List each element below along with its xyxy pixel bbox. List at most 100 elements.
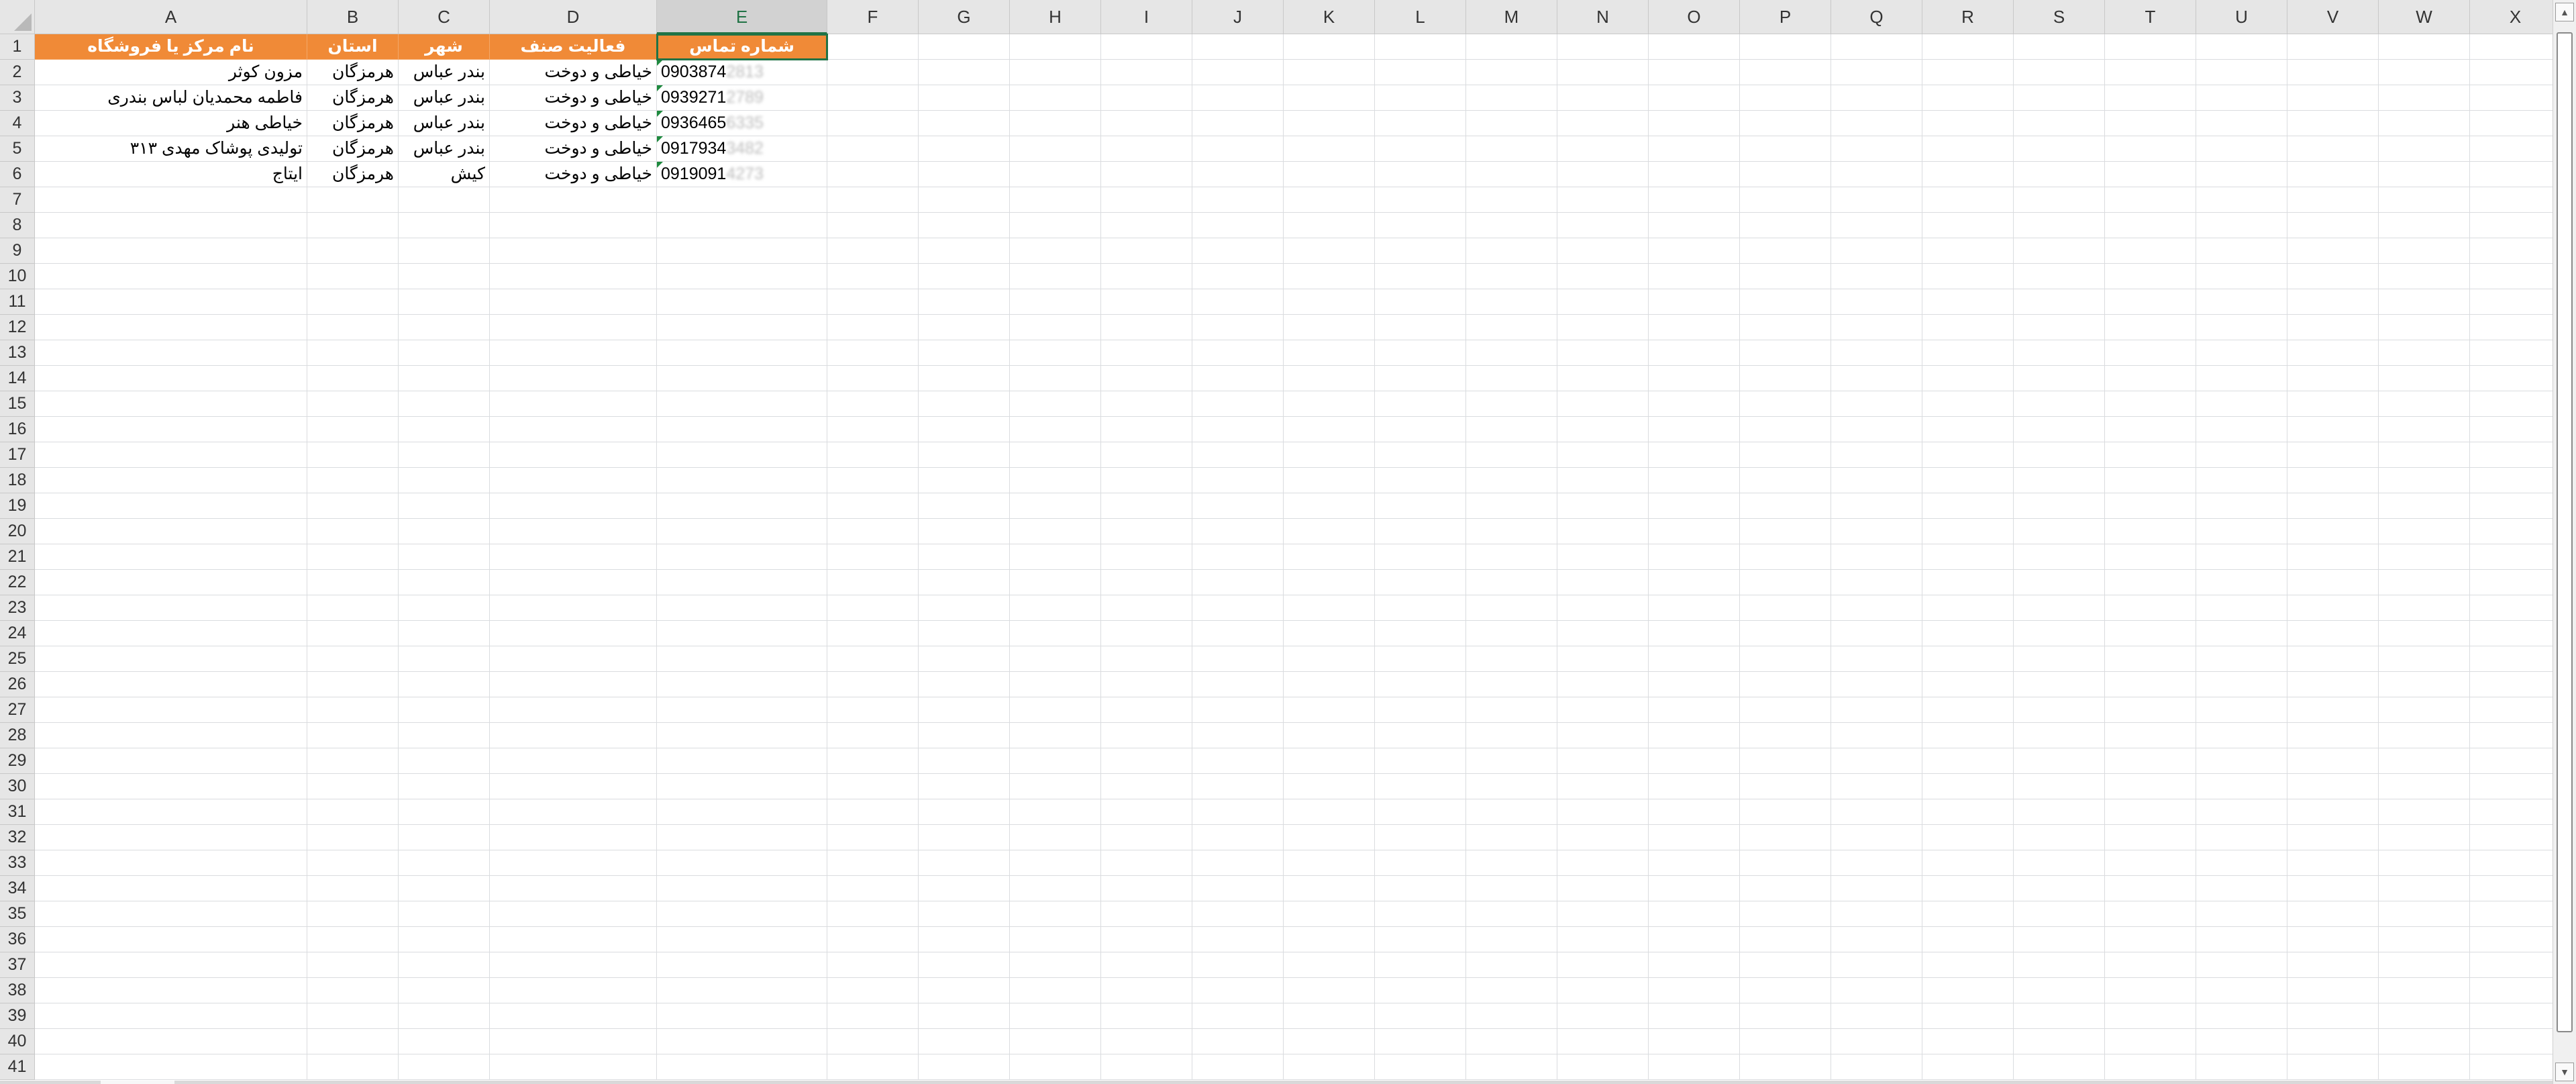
empty-cell[interactable] <box>2196 213 2287 238</box>
empty-cell[interactable] <box>1557 366 1649 391</box>
empty-cell[interactable] <box>1557 697 1649 723</box>
empty-cell[interactable] <box>399 621 490 646</box>
empty-cell[interactable] <box>2287 238 2379 264</box>
empty-cell[interactable] <box>919 60 1010 85</box>
empty-cell[interactable] <box>2470 978 2553 1003</box>
empty-cell[interactable] <box>1831 697 1922 723</box>
empty-cell[interactable] <box>1192 672 1284 697</box>
empty-cell[interactable] <box>1375 315 1466 340</box>
empty-cell[interactable] <box>2105 621 2196 646</box>
empty-cell[interactable] <box>1649 544 1740 570</box>
empty-cell[interactable] <box>490 825 657 850</box>
empty-cell[interactable] <box>2470 366 2553 391</box>
empty-cell[interactable] <box>657 391 827 417</box>
column-header-x[interactable]: X <box>2470 0 2553 34</box>
empty-cell[interactable] <box>2014 60 2105 85</box>
empty-cell[interactable] <box>1284 570 1375 595</box>
cell-d3[interactable]: خیاطی و دوخت <box>490 85 657 111</box>
empty-cell[interactable] <box>2105 34 2196 60</box>
empty-cell[interactable] <box>2105 442 2196 468</box>
empty-cell[interactable] <box>2379 34 2470 60</box>
empty-cell[interactable] <box>1010 238 1101 264</box>
empty-cell[interactable] <box>490 799 657 825</box>
empty-cell[interactable] <box>1466 391 1557 417</box>
empty-cell[interactable] <box>657 876 827 901</box>
empty-cell[interactable] <box>399 570 490 595</box>
column-header-p[interactable]: P <box>1740 0 1831 34</box>
empty-cell[interactable] <box>657 595 827 621</box>
number-as-text-warning-icon[interactable] <box>657 60 663 66</box>
empty-cell[interactable] <box>1649 850 1740 876</box>
empty-cell[interactable] <box>919 289 1010 315</box>
empty-cell[interactable] <box>1284 391 1375 417</box>
empty-cell[interactable] <box>1192 646 1284 672</box>
empty-cell[interactable] <box>2287 723 2379 748</box>
empty-cell[interactable] <box>1649 1054 1740 1080</box>
empty-cell[interactable] <box>1557 391 1649 417</box>
empty-cell[interactable] <box>2014 391 2105 417</box>
empty-cell[interactable] <box>1740 34 1831 60</box>
empty-cell[interactable] <box>1922 85 2014 111</box>
empty-cell[interactable] <box>2379 1003 2470 1029</box>
empty-cell[interactable] <box>2105 978 2196 1003</box>
column-header-j[interactable]: J <box>1192 0 1284 34</box>
empty-cell[interactable] <box>490 978 657 1003</box>
empty-cell[interactable] <box>919 442 1010 468</box>
empty-cell[interactable] <box>827 952 919 978</box>
cell-c5[interactable]: بندر عباس <box>399 136 490 162</box>
empty-cell[interactable] <box>1010 366 1101 391</box>
column-header-u[interactable]: U <box>2196 0 2287 34</box>
empty-cell[interactable] <box>827 697 919 723</box>
empty-cell[interactable] <box>2105 1029 2196 1054</box>
empty-cell[interactable] <box>657 187 827 213</box>
empty-cell[interactable] <box>1649 136 1740 162</box>
empty-cell[interactable] <box>1192 519 1284 544</box>
empty-cell[interactable] <box>1466 646 1557 672</box>
empty-cell[interactable] <box>490 468 657 493</box>
empty-cell[interactable] <box>1831 570 1922 595</box>
empty-cell[interactable] <box>1922 1003 2014 1029</box>
empty-cell[interactable] <box>827 621 919 646</box>
empty-cell[interactable] <box>1831 136 1922 162</box>
empty-cell[interactable] <box>1649 774 1740 799</box>
empty-cell[interactable] <box>307 825 399 850</box>
empty-cell[interactable] <box>399 748 490 774</box>
empty-cell[interactable] <box>1466 672 1557 697</box>
empty-cell[interactable] <box>399 952 490 978</box>
empty-cell[interactable] <box>1831 774 1922 799</box>
empty-cell[interactable] <box>827 799 919 825</box>
empty-cell[interactable] <box>1740 136 1831 162</box>
empty-cell[interactable] <box>1922 646 2014 672</box>
empty-cell[interactable] <box>1101 417 1192 442</box>
empty-cell[interactable] <box>2470 1029 2553 1054</box>
empty-cell[interactable] <box>2379 417 2470 442</box>
empty-cell[interactable] <box>1649 468 1740 493</box>
empty-cell[interactable] <box>1831 468 1922 493</box>
empty-cell[interactable] <box>1010 646 1101 672</box>
empty-cell[interactable] <box>1740 264 1831 289</box>
empty-cell[interactable] <box>1922 672 2014 697</box>
empty-cell[interactable] <box>1192 264 1284 289</box>
row-header-8[interactable]: 8 <box>0 213 35 238</box>
empty-cell[interactable] <box>1101 315 1192 340</box>
empty-cell[interactable] <box>1831 672 1922 697</box>
empty-cell[interactable] <box>2379 927 2470 952</box>
empty-cell[interactable] <box>2470 519 2553 544</box>
empty-cell[interactable] <box>2014 595 2105 621</box>
row-header-4[interactable]: 4 <box>0 111 35 136</box>
empty-cell[interactable] <box>1649 697 1740 723</box>
empty-cell[interactable] <box>35 519 307 544</box>
empty-cell[interactable] <box>1831 187 1922 213</box>
empty-cell[interactable] <box>2196 34 2287 60</box>
empty-cell[interactable] <box>1010 621 1101 646</box>
empty-cell[interactable] <box>399 417 490 442</box>
empty-cell[interactable] <box>1010 595 1101 621</box>
empty-cell[interactable] <box>2379 748 2470 774</box>
empty-cell[interactable] <box>1101 111 1192 136</box>
empty-cell[interactable] <box>1375 111 1466 136</box>
column-header-d[interactable]: D <box>490 0 657 34</box>
empty-cell[interactable] <box>2105 850 2196 876</box>
empty-cell[interactable] <box>1740 1029 1831 1054</box>
empty-cell[interactable] <box>1922 162 2014 187</box>
empty-cell[interactable] <box>2105 697 2196 723</box>
